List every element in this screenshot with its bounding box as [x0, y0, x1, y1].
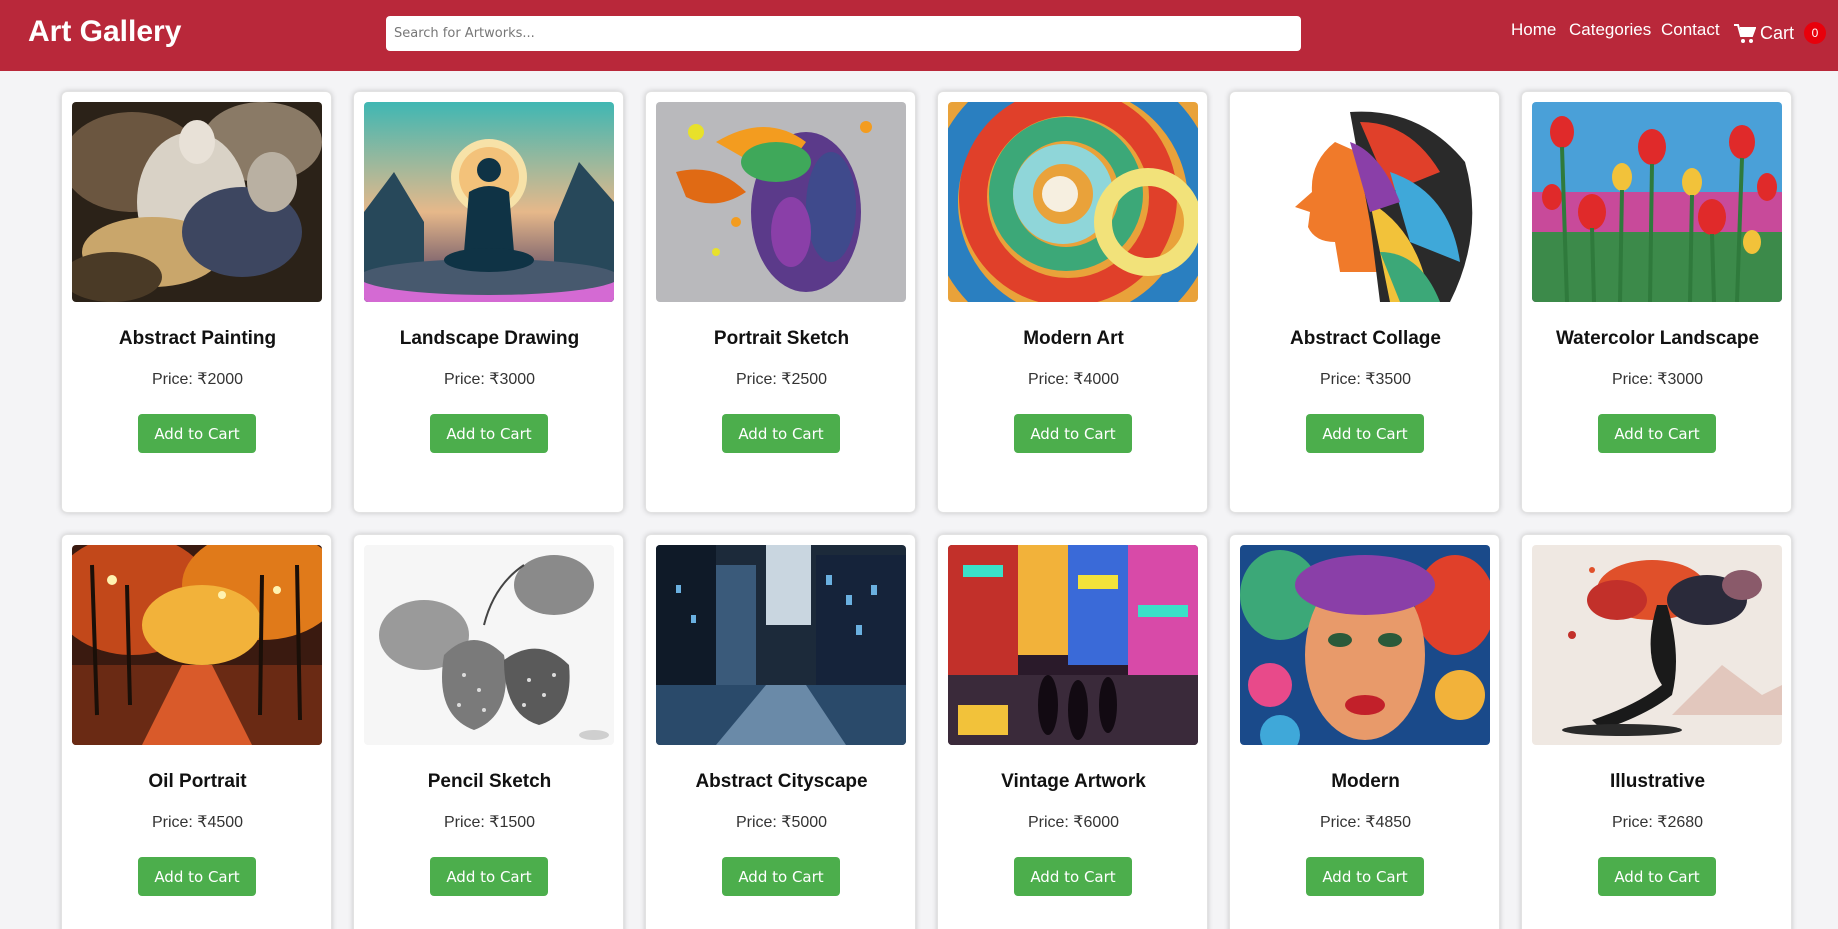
- nav-home[interactable]: Home: [1511, 20, 1556, 40]
- add-to-cart-button[interactable]: Add to Cart: [1306, 414, 1424, 453]
- product-price: Price: ₹3000: [443, 371, 536, 388]
- product-card: Vintage Artwork Price: ₹6000 Add to Cart: [937, 534, 1208, 929]
- product-card: Landscape Drawing Price: ₹3000 Add to Ca…: [353, 91, 624, 513]
- product-image[interactable]: [1240, 545, 1490, 745]
- product-title: Abstract Painting: [118, 328, 277, 349]
- add-to-cart-button[interactable]: Add to Cart: [430, 414, 548, 453]
- product-image[interactable]: [656, 102, 906, 302]
- add-to-cart-button[interactable]: Add to Cart: [1598, 414, 1716, 453]
- add-to-cart-button[interactable]: Add to Cart: [138, 414, 256, 453]
- product-title: Modern: [1331, 771, 1400, 792]
- add-to-cart-button[interactable]: Add to Cart: [1598, 857, 1716, 896]
- nav-contact[interactable]: Contact: [1661, 20, 1720, 40]
- product-card: Oil Portrait Price: ₹4500 Add to Cart: [61, 534, 332, 929]
- product-title: Portrait Sketch: [713, 328, 850, 349]
- product-card: Modern Art Price: ₹4000 Add to Cart: [937, 91, 1208, 513]
- product-card: Illustrative Price: ₹2680 Add to Cart: [1521, 534, 1792, 929]
- add-to-cart-button[interactable]: Add to Cart: [1306, 857, 1424, 896]
- product-title: Pencil Sketch: [427, 771, 552, 792]
- product-price: Price: ₹3500: [1319, 371, 1412, 388]
- product-image[interactable]: [1532, 545, 1782, 745]
- product-title: Watercolor Landscape: [1555, 328, 1760, 349]
- floral-face: [1240, 545, 1490, 745]
- product-title: Oil Portrait: [148, 771, 247, 792]
- cart-count-badge: 0: [1804, 22, 1826, 44]
- add-to-cart-button[interactable]: Add to Cart: [722, 414, 840, 453]
- autumn-street: [72, 545, 322, 745]
- product-title: Illustrative: [1609, 771, 1706, 792]
- cart-label: Cart: [1760, 23, 1795, 43]
- top-navbar: Art Gallery Home Categories Contact Cart…: [0, 0, 1838, 71]
- product-image[interactable]: [948, 102, 1198, 302]
- product-price: Price: ₹2680: [1611, 814, 1704, 831]
- add-to-cart-button[interactable]: Add to Cart: [430, 857, 548, 896]
- product-image[interactable]: [72, 545, 322, 745]
- nav-categories[interactable]: Categories: [1569, 20, 1651, 40]
- color-swirl: [948, 102, 1198, 302]
- product-card: Abstract Painting Price: ₹2000 Add to Ca…: [61, 91, 332, 513]
- product-price: Price: ₹4500: [151, 814, 244, 831]
- paint-splash-portrait: [656, 102, 906, 302]
- product-price: Price: ₹2500: [735, 371, 828, 388]
- product-title: Abstract Cityscape: [695, 771, 868, 792]
- product-card: Abstract Cityscape Price: ₹5000 Add to C…: [645, 534, 916, 929]
- product-price: Price: ₹3000: [1611, 371, 1704, 388]
- tulip-field: [1532, 102, 1782, 302]
- product-price: Price: ₹6000: [1027, 814, 1120, 831]
- product-image[interactable]: [364, 545, 614, 745]
- product-title: Modern Art: [1023, 328, 1124, 349]
- product-title: Abstract Collage: [1290, 328, 1441, 349]
- brand-logo[interactable]: Art Gallery: [28, 15, 181, 49]
- product-title: Landscape Drawing: [399, 328, 580, 349]
- add-to-cart-button[interactable]: Add to Cart: [1014, 857, 1132, 896]
- search-input[interactable]: [386, 16, 1301, 51]
- product-image[interactable]: [364, 102, 614, 302]
- rainy-city: [656, 545, 906, 745]
- product-card: Pencil Sketch Price: ₹1500 Add to Cart: [353, 534, 624, 929]
- product-title: Vintage Artwork: [1001, 771, 1146, 792]
- product-price: Price: ₹4850: [1319, 814, 1412, 831]
- product-price: Price: ₹2000: [151, 371, 244, 388]
- add-to-cart-button[interactable]: Add to Cart: [1014, 414, 1132, 453]
- product-image[interactable]: [656, 545, 906, 745]
- product-image[interactable]: [72, 102, 322, 302]
- product-card: Abstract Collage Price: ₹3500 Add to Car…: [1229, 91, 1500, 513]
- product-card: Watercolor Landscape Price: ₹3000 Add to…: [1521, 91, 1792, 513]
- ink-tree: [1532, 545, 1782, 745]
- product-image[interactable]: [948, 545, 1198, 745]
- product-card: Portrait Sketch Price: ₹2500 Add to Cart: [645, 91, 916, 513]
- product-price: Price: ₹1500: [443, 814, 536, 831]
- product-price: Price: ₹5000: [735, 814, 828, 831]
- product-price: Price: ₹4000: [1027, 371, 1120, 388]
- strawberry-sketch: [364, 545, 614, 745]
- meditating-figure-landscape: [364, 102, 614, 302]
- product-image[interactable]: [1240, 102, 1490, 302]
- product-card: Modern Price: ₹4850 Add to Cart: [1229, 534, 1500, 929]
- profile-collage: [1240, 102, 1490, 302]
- add-to-cart-button[interactable]: Add to Cart: [138, 857, 256, 896]
- neon-street: [948, 545, 1198, 745]
- add-to-cart-button[interactable]: Add to Cart: [722, 857, 840, 896]
- product-image[interactable]: [1532, 102, 1782, 302]
- shopping-cart-icon: [1734, 24, 1756, 43]
- baroque-figure-painting: [72, 102, 322, 302]
